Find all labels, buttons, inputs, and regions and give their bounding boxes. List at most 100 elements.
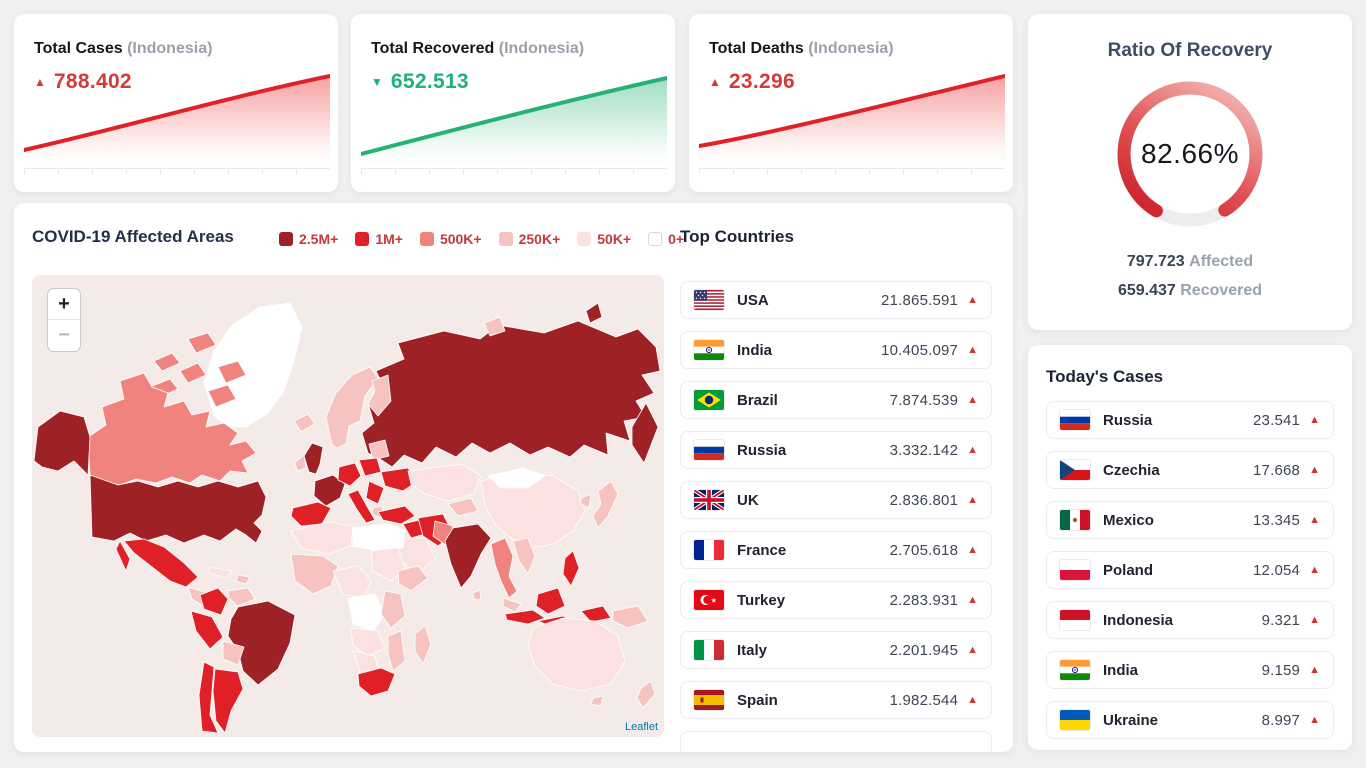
- country-name: Mexico: [1103, 512, 1154, 529]
- leaflet-attribution-link[interactable]: Leaflet: [625, 721, 658, 733]
- zoom-out-button[interactable]: −: [48, 320, 80, 351]
- flag-france-icon: [694, 540, 724, 560]
- country-row-india[interactable]: India10.405.097▲: [680, 331, 992, 369]
- country-value: 9.159: [1262, 662, 1301, 679]
- country-value: 3.332.142: [890, 442, 959, 459]
- legend-item: 250K+: [499, 231, 561, 247]
- country-row-russia[interactable]: Russia3.332.142▲: [680, 431, 992, 469]
- ratio-of-recovery-card: Ratio Of Recovery 82.66% 797.723 Affecte…: [1028, 14, 1352, 330]
- country-row-france[interactable]: France2.705.618▲: [680, 531, 992, 569]
- country-value: 2.283.931: [890, 592, 959, 609]
- recovered-label: Recovered: [1180, 282, 1262, 299]
- country-row-czechia[interactable]: Czechia 17.668 ▲: [1046, 451, 1334, 489]
- legend-item: 0+: [648, 231, 684, 247]
- country-row-partial[interactable]: [680, 731, 992, 752]
- country-value: 9.321: [1262, 612, 1301, 629]
- legend-label: 500K+: [440, 231, 482, 247]
- flag-italy-icon: [694, 640, 724, 660]
- total-deaths-card: Total Deaths (Indonesia) ▲ 23.296: [689, 14, 1013, 192]
- country-value: 13.345: [1253, 512, 1300, 529]
- total-recovered-card: Total Recovered (Indonesia) ▼ 652.513: [351, 14, 675, 192]
- trend-up-icon: ▲: [967, 694, 978, 706]
- country-name: Czechia: [1103, 462, 1160, 479]
- country-row-mexico[interactable]: Mexico 13.345 ▲: [1046, 501, 1334, 539]
- country-row-russia[interactable]: Russia23.541▲: [1046, 401, 1334, 439]
- flag-uk-icon: [694, 490, 724, 510]
- legend-swatch: [648, 232, 662, 246]
- trend-up-icon: ▲: [1309, 614, 1320, 626]
- stat-title: Total Recovered (Indonesia): [371, 40, 584, 58]
- stat-title: Total Cases (Indonesia): [34, 40, 212, 58]
- legend-label: 1M+: [375, 231, 403, 247]
- stat-region: (Indonesia): [499, 40, 584, 57]
- flag-ukraine-icon: [1060, 710, 1090, 730]
- country-row-uk[interactable]: UK 2.836.801 ▲: [680, 481, 992, 519]
- stat-title-text: Total Cases: [34, 40, 123, 57]
- trend-up-icon: ▲: [1309, 564, 1320, 576]
- country-value: 10.405.097: [881, 342, 958, 359]
- affected-stat: 797.723 Affected: [1028, 248, 1352, 277]
- legend-item: 500K+: [420, 231, 482, 247]
- legend-item: 2.5M+: [279, 231, 338, 247]
- legend-swatch: [279, 232, 293, 246]
- country-value: 2.705.618: [890, 542, 959, 559]
- stat-region: (Indonesia): [808, 40, 893, 57]
- trend-up-icon: ▲: [967, 494, 978, 506]
- trend-down-icon: ▼: [371, 75, 383, 89]
- affected-label: Affected: [1189, 253, 1253, 270]
- country-value: 2.836.801: [890, 492, 959, 509]
- sparkline-axis: [699, 168, 1005, 174]
- map-legend: 2.5M+ 1M+ 500K+ 250K+ 50K+ 0+: [279, 231, 684, 247]
- map-panel-title: COVID-19 Affected Areas: [32, 227, 234, 247]
- todays-cases-card: Today's Cases Russia23.541▲ Czechia 17.668…: [1028, 345, 1352, 750]
- stat-title: Total Deaths (Indonesia): [709, 40, 894, 58]
- sparkline-axis: [24, 168, 330, 174]
- flag-usa-icon: [694, 290, 724, 310]
- country-name: UK: [737, 492, 759, 509]
- recovered-value: 659.437: [1118, 282, 1176, 299]
- legend-item: 50K+: [577, 231, 631, 247]
- trend-up-icon: ▲: [1309, 514, 1320, 526]
- country-value: 17.668: [1253, 462, 1300, 479]
- legend-swatch: [577, 232, 591, 246]
- country-name: Poland: [1103, 562, 1153, 579]
- legend-item: 1M+: [355, 231, 403, 247]
- stat-value: 788.402: [54, 70, 132, 94]
- trend-up-icon: ▲: [709, 75, 721, 89]
- country-name: Italy: [737, 642, 767, 659]
- trend-up-icon: ▲: [967, 394, 978, 406]
- flag-mexico-icon: [1060, 510, 1090, 530]
- country-value: 7.874.539: [890, 392, 959, 409]
- country-row-usa[interactable]: USA21.865.591▲: [680, 281, 992, 319]
- flag-turkey-icon: [694, 590, 724, 610]
- country-row-poland[interactable]: Poland12.054▲: [1046, 551, 1334, 589]
- choropleth-map[interactable]: [32, 275, 664, 737]
- flag-russia-icon: [1060, 410, 1090, 430]
- legend-label: 250K+: [519, 231, 561, 247]
- map-regions: [34, 303, 660, 733]
- recovery-gauge: 82.66%: [1110, 74, 1270, 234]
- country-row-india[interactable]: India9.159▲: [1046, 651, 1334, 689]
- country-row-brazil[interactable]: Brazil7.874.539▲: [680, 381, 992, 419]
- trend-up-icon: ▲: [1309, 464, 1320, 476]
- todays-cases-list: Russia23.541▲ Czechia 17.668 ▲ Mexico 13.345 ▲…: [1046, 401, 1334, 750]
- legend-swatch: [499, 232, 513, 246]
- covid-dashboard: Total Cases (Indonesia) ▲ 788.402 Total …: [0, 0, 1366, 768]
- sparkline-axis: [361, 168, 667, 174]
- country-name: India: [1103, 662, 1138, 679]
- country-row-indonesia[interactable]: Indonesia9.321▲: [1046, 601, 1334, 639]
- country-row-turkey[interactable]: Turkey2.283.931▲: [680, 581, 992, 619]
- country-name: Spain: [737, 692, 778, 709]
- stat-region: (Indonesia): [127, 40, 212, 57]
- legend-label: 50K+: [597, 231, 631, 247]
- country-row-ukraine[interactable]: Ukraine8.997▲: [1046, 701, 1334, 739]
- todays-cases-title: Today's Cases: [1046, 367, 1163, 387]
- trend-up-icon: ▲: [967, 294, 978, 306]
- country-row-italy[interactable]: Italy2.201.945▲: [680, 631, 992, 669]
- trend-up-icon: ▲: [967, 644, 978, 656]
- legend-label: 2.5M+: [299, 231, 338, 247]
- world-map[interactable]: + − Leaflet: [32, 275, 664, 737]
- country-name: Russia: [737, 442, 786, 459]
- zoom-in-button[interactable]: +: [48, 289, 80, 320]
- country-row-spain[interactable]: Spain1.982.544▲: [680, 681, 992, 719]
